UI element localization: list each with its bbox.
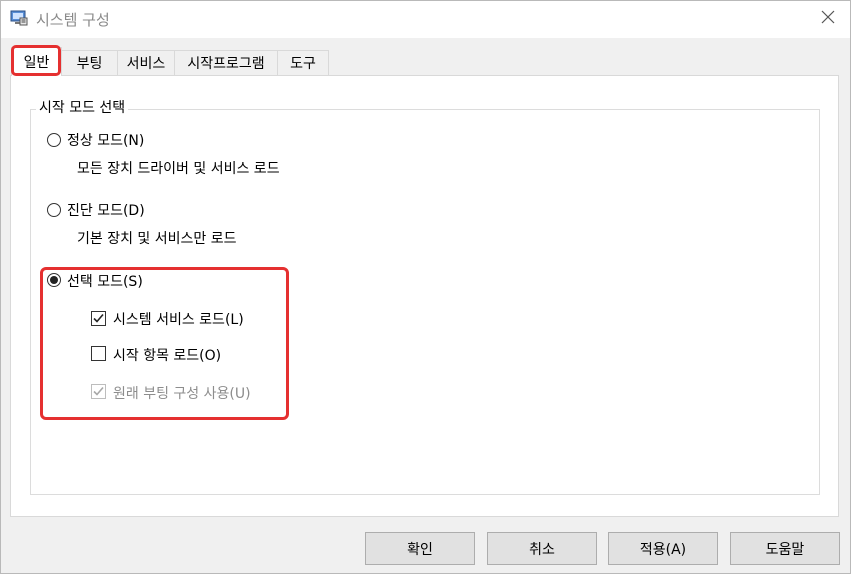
tab-services[interactable]: 서비스 [117,50,175,75]
ok-button-label: 확인 [407,541,433,558]
title-bar: 시스템 구성 [0,0,851,38]
normal-startup-label[interactable]: 정상 모드(N) [67,130,144,150]
load-system-services-checkbox[interactable] [91,311,106,326]
tab-tools[interactable]: 도구 [277,50,329,75]
help-button[interactable]: 도움말 [730,532,840,565]
load-system-services-label[interactable]: 시스템 서비스 로드(L) [113,309,244,329]
system-config-app-icon [10,10,28,26]
tab-label: 서비스 [126,56,166,72]
help-button-label: 도움말 [765,541,805,558]
selective-startup-radio[interactable] [47,273,61,287]
diagnostic-startup-label[interactable]: 진단 모드(D) [67,200,145,220]
ok-button[interactable]: 확인 [365,532,475,565]
load-startup-items-label[interactable]: 시작 항목 로드(O) [113,345,221,365]
close-button[interactable] [805,0,851,38]
load-startup-items-checkbox[interactable] [91,346,106,361]
tab-general[interactable]: 일반 [11,47,62,76]
group-title: 시작 모드 선택 [36,97,129,117]
tab-startup[interactable]: 시작프로그램 [174,50,278,75]
window-title: 시스템 구성 [36,11,110,29]
cancel-button[interactable]: 취소 [487,532,597,565]
cancel-button-label: 취소 [529,541,555,558]
tab-boot[interactable]: 부팅 [61,50,118,75]
apply-button[interactable]: 적용(A) [608,532,718,565]
diagnostic-startup-radio[interactable] [47,203,61,217]
use-original-boot-config-label: 원래 부팅 구성 사용(U) [113,386,251,402]
use-original-boot-config-checkbox [91,384,106,399]
tab-label: 일반 [23,55,50,71]
apply-button-label: 적용(A) [639,541,687,558]
selective-startup-label[interactable]: 선택 모드(S) [67,271,143,291]
diagnostic-startup-description: 기본 장치 및 서비스만 로드 [77,231,237,247]
tab-label: 도구 [290,56,316,72]
normal-startup-radio[interactable] [47,133,61,147]
normal-startup-description: 모든 장치 드라이버 및 서비스 로드 [77,161,280,177]
close-icon [821,10,835,28]
tab-label: 시작프로그램 [187,56,265,72]
tab-label: 부팅 [76,56,103,72]
